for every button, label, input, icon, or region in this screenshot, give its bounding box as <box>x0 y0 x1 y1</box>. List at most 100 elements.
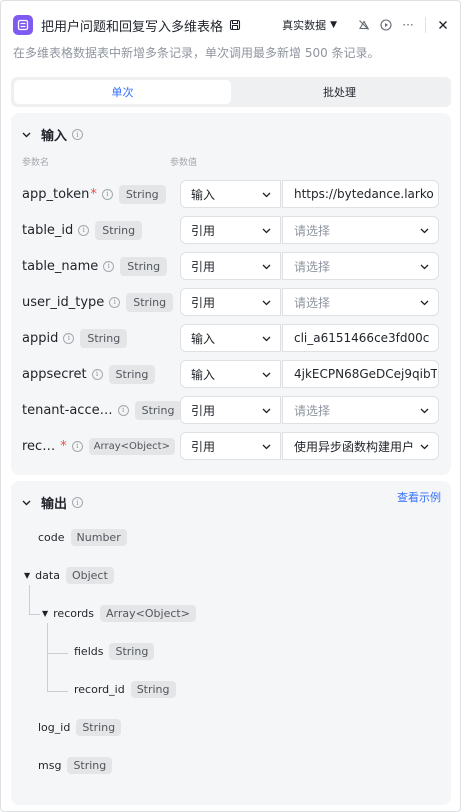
param-type-badge: String <box>118 184 166 204</box>
field-name: fields <box>74 645 104 658</box>
required-mark: * <box>90 186 97 202</box>
param-type-badge: String <box>95 220 143 240</box>
output-section: 输出 i 查看示例 code Number ▼ data Object ▼ re… <box>11 481 451 805</box>
chevron-down-icon[interactable] <box>21 496 35 510</box>
input-section-title: 输入 <box>41 129 68 144</box>
variable-select[interactable]: 请选择 <box>282 288 439 316</box>
param-label: table_name i String <box>22 251 168 281</box>
info-icon[interactable]: i <box>63 332 75 344</box>
field-type-badge: String <box>130 681 176 698</box>
output-section-header[interactable]: 输出 i <box>21 493 84 512</box>
output-field-msg: msg String <box>38 757 113 774</box>
source-select[interactable]: 引用 <box>180 432 281 460</box>
param-value-input[interactable]: cli_a6151466ce3fd00c <box>282 324 439 352</box>
source-value: 输入 <box>191 331 216 346</box>
field-type-badge: Array<Object> <box>100 605 196 622</box>
param-value: 请选择 <box>294 403 331 418</box>
param-row-app-token: app_token * i String 输入 https://bytedance… <box>11 179 451 209</box>
output-field-record-id: record_id String <box>74 681 176 698</box>
chevron-down-icon[interactable] <box>21 128 35 142</box>
variable-select[interactable]: 请选择 <box>282 252 439 280</box>
field-name: msg <box>38 759 62 772</box>
param-value-input[interactable]: 4jkECPN68GeDCej9qibT <box>282 360 439 388</box>
tab-single[interactable]: 单次 <box>14 80 231 104</box>
save-icon[interactable] <box>229 18 243 32</box>
tab-batch[interactable]: 批处理 <box>231 80 448 104</box>
chevron-down-icon <box>420 408 429 414</box>
more-icon[interactable]: ··· <box>401 18 415 32</box>
node-title[interactable]: 把用户问题和回复写入多维表格 <box>41 16 223 35</box>
info-icon[interactable]: i <box>103 260 115 272</box>
param-value: 使用异步函数构建用户 <box>294 439 415 454</box>
param-type-badge: String <box>134 400 182 420</box>
output-section-title: 输出 <box>41 497 68 512</box>
view-example-link[interactable]: 查看示例 <box>397 489 441 505</box>
triangle-down-icon[interactable]: ▼ <box>42 609 48 618</box>
chevron-down-icon <box>420 264 429 270</box>
param-value: 请选择 <box>294 295 331 310</box>
triangle-down-icon[interactable]: ▼ <box>24 571 30 580</box>
variable-select[interactable]: 请选择 <box>282 396 439 424</box>
chevron-down-icon <box>420 444 429 450</box>
source-select[interactable]: 引用 <box>180 216 281 244</box>
source-select[interactable]: 引用 <box>180 288 281 316</box>
param-row-table-id: table_id i String 引用 请选择 <box>11 215 451 245</box>
source-value: 引用 <box>191 439 216 454</box>
mode-select[interactable]: 真实数据 ▼ <box>282 17 337 33</box>
source-select[interactable]: 引用 <box>180 396 281 424</box>
info-icon[interactable]: i <box>109 296 121 308</box>
required-mark: * <box>60 438 67 454</box>
chevron-down-icon <box>262 192 271 198</box>
field-type-badge: String <box>67 757 113 774</box>
info-icon[interactable]: i <box>78 224 90 236</box>
field-name: records <box>53 607 95 620</box>
source-value: 输入 <box>191 367 216 382</box>
plugin-table-icon <box>13 15 33 35</box>
source-value: 引用 <box>191 403 216 418</box>
source-select[interactable]: 引用 <box>180 252 281 280</box>
output-field-records: ▼ records Array<Object> <box>42 605 196 622</box>
param-row-appid: appid i String 输入 cli_a6151466ce3fd00c <box>11 323 451 353</box>
param-label: table_id i String <box>22 215 143 245</box>
source-select[interactable]: 输入 <box>180 360 281 388</box>
variable-select[interactable]: 使用异步函数构建用户 <box>282 432 439 460</box>
input-section-header[interactable]: 输入 i <box>21 125 84 144</box>
info-icon[interactable]: i <box>72 129 84 140</box>
tree-line <box>29 585 30 614</box>
chevron-down-icon <box>262 300 271 306</box>
source-value: 引用 <box>191 223 216 238</box>
no-image-icon[interactable] <box>357 18 371 32</box>
param-value: 请选择 <box>294 223 331 238</box>
param-value-input[interactable]: https://bytedance.larko <box>282 180 439 208</box>
param-type-badge: String <box>126 292 174 312</box>
variable-select[interactable]: 请选择 <box>282 216 439 244</box>
info-icon[interactable]: i <box>101 188 113 200</box>
play-icon[interactable] <box>379 18 393 32</box>
tree-line <box>47 623 48 692</box>
header-actions: 真实数据 ▼ ··· <box>282 17 450 33</box>
panel-header: 把用户问题和回复写入多维表格 真实数据 ▼ ··· <box>13 13 450 37</box>
param-row-tenant-access-token: tenant-acce… i String 引用 请选择 <box>11 395 451 425</box>
param-name: app_token <box>22 186 90 202</box>
param-type-badge: String <box>80 328 128 348</box>
chevron-down-icon <box>420 300 429 306</box>
field-type-badge: String <box>76 719 122 736</box>
source-select[interactable]: 输入 <box>180 180 281 208</box>
source-select[interactable]: 输入 <box>180 324 281 352</box>
source-value: 引用 <box>191 259 216 274</box>
field-name: code <box>38 531 65 544</box>
info-icon[interactable]: i <box>91 368 103 380</box>
param-type-badge: String <box>120 256 168 276</box>
divider <box>425 17 426 33</box>
info-icon[interactable]: i <box>117 404 129 416</box>
field-name: log_id <box>38 721 71 734</box>
info-icon[interactable]: i <box>72 497 84 508</box>
source-value: 引用 <box>191 295 216 310</box>
chevron-down-icon <box>262 264 271 270</box>
close-icon[interactable] <box>436 18 450 32</box>
param-label: appid i String <box>22 323 128 353</box>
info-icon[interactable]: i <box>71 440 83 452</box>
param-row-user-id-type: user_id_type i String 引用 请选择 <box>11 287 451 317</box>
field-type-badge: Object <box>65 567 114 584</box>
col-header-name: 参数名 <box>22 158 50 168</box>
